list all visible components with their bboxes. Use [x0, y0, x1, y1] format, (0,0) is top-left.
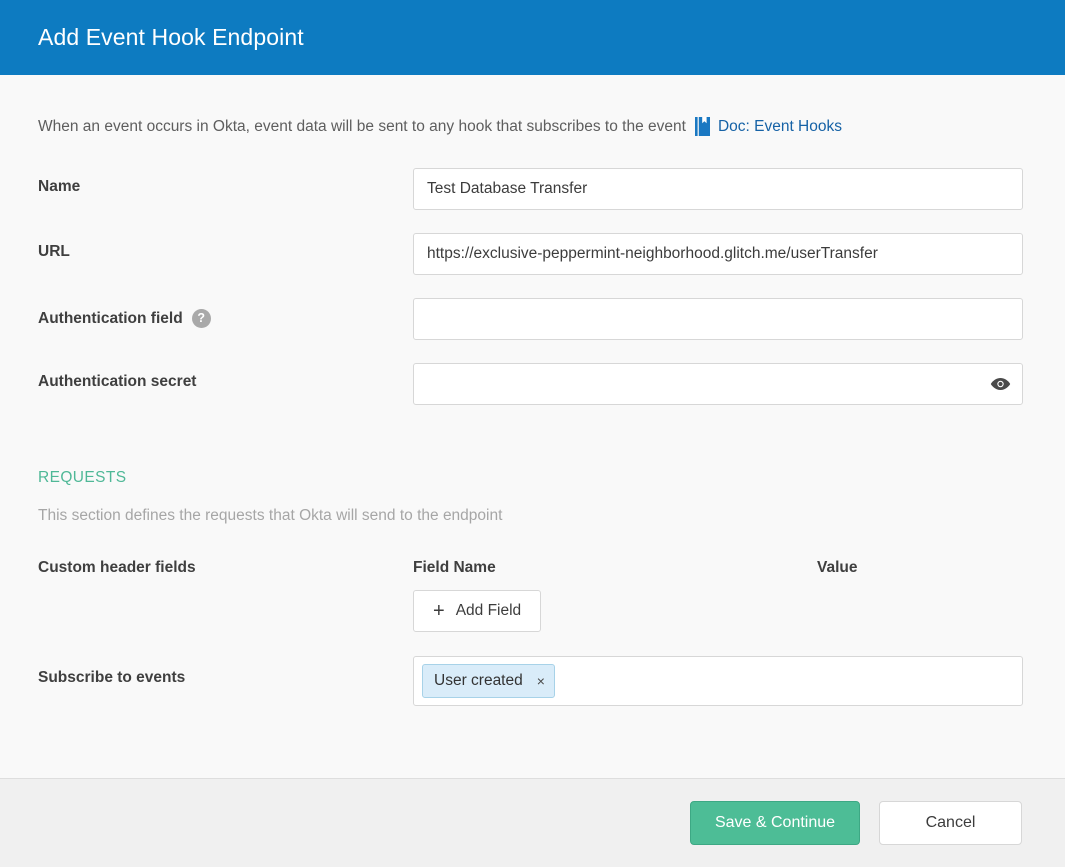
save-and-continue-button[interactable]: Save & Continue [690, 801, 860, 845]
name-control [413, 168, 1027, 210]
requests-section-title: REQUESTS [38, 469, 1027, 487]
event-token-label: User created [434, 672, 523, 690]
subscribe-to-events-input[interactable]: User created × [413, 656, 1023, 706]
form-row-authentication-field: Authentication field ? [38, 298, 1027, 340]
form-row-url: URL [38, 233, 1027, 275]
name-label: Name [38, 168, 413, 195]
question-mark-icon[interactable]: ? [192, 309, 211, 328]
close-icon[interactable]: × [537, 674, 545, 688]
add-field-spacer [38, 573, 413, 632]
add-field-button[interactable]: + Add Field [413, 590, 541, 632]
page-title: Add Event Hook Endpoint [38, 24, 304, 51]
subscribe-to-events-label: Subscribe to events [38, 656, 413, 686]
authentication-secret-control [413, 363, 1027, 405]
plus-icon: + [433, 601, 445, 621]
modal-header: Add Event Hook Endpoint [0, 0, 1065, 75]
url-input[interactable] [413, 233, 1023, 275]
authentication-field-input[interactable] [413, 298, 1023, 340]
requests-section-description: This section defines the requests that O… [38, 507, 1027, 525]
name-input[interactable] [413, 168, 1023, 210]
intro-banner: When an event occurs in Okta, event data… [38, 75, 1027, 136]
event-token[interactable]: User created × [422, 664, 555, 698]
authentication-secret-wrapper [413, 363, 1023, 405]
intro-text: When an event occurs in Okta, event data… [38, 119, 686, 135]
authentication-field-label-text: Authentication field [38, 311, 183, 327]
eye-icon[interactable] [990, 377, 1011, 391]
column-header-value: Value [817, 557, 858, 576]
doc-event-hooks-link[interactable]: Doc: Event Hooks [695, 117, 842, 136]
column-header-field-name: Field Name [413, 557, 817, 576]
cancel-button[interactable]: Cancel [879, 801, 1022, 845]
authentication-field-label: Authentication field ? [38, 298, 413, 328]
add-event-hook-endpoint-modal: Add Event Hook Endpoint When an event oc… [0, 0, 1065, 867]
subscribe-to-events-row: Subscribe to events User created × [38, 656, 1027, 706]
modal-footer: Save & Continue Cancel [0, 778, 1065, 867]
authentication-secret-input[interactable] [413, 363, 1023, 405]
url-label: URL [38, 233, 413, 260]
doc-link-label: Doc: Event Hooks [718, 119, 842, 135]
url-control [413, 233, 1027, 275]
form-row-name: Name [38, 168, 1027, 210]
authentication-secret-label: Authentication secret [38, 363, 413, 390]
book-icon [695, 117, 710, 136]
form-row-authentication-secret: Authentication secret [38, 363, 1027, 405]
authentication-field-control [413, 298, 1027, 340]
add-field-label: Add Field [456, 602, 521, 620]
modal-body: When an event occurs in Okta, event data… [0, 75, 1065, 778]
add-field-row: + Add Field [38, 573, 1027, 632]
